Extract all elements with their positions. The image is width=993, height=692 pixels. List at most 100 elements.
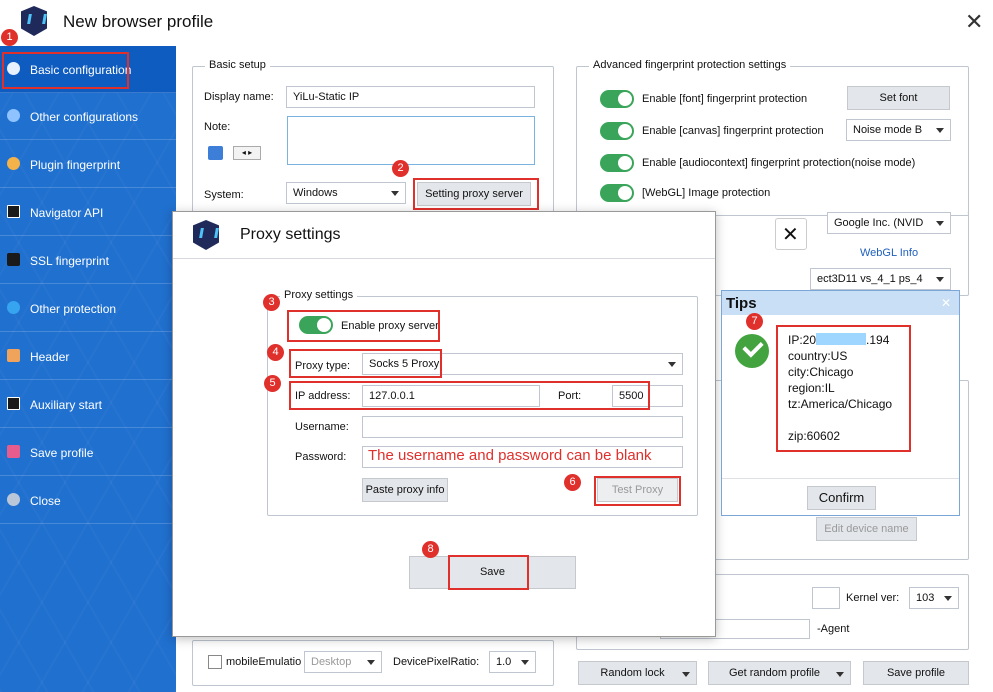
sidebar-item-label: Close: [30, 494, 61, 508]
dialog-close-icon-glyph[interactable]: ✕: [782, 222, 799, 247]
redacted-ip-mask: [816, 333, 867, 345]
sidebar-item-label: SSL fingerprint: [30, 254, 109, 268]
webgl-info-link[interactable]: WebGL Info: [860, 247, 918, 259]
sidebar-item-other-configurations[interactable]: Other configurations: [0, 93, 176, 140]
sidebar-item-label: Other protection: [30, 302, 117, 316]
lock-icon: [7, 253, 20, 266]
highlight-ip-port: [289, 381, 650, 410]
step-badge-7: 7: [746, 313, 763, 330]
group-title: Proxy settings: [280, 289, 358, 301]
window-title: New browser profile: [63, 12, 214, 31]
mobile-emulation-label: mobileEmulatio: [226, 656, 302, 668]
display-name-input[interactable]: YiLu-Static IP: [286, 86, 535, 108]
sidebar-item-label: Auxiliary start: [30, 398, 103, 412]
tips-city: city:Chicago: [788, 365, 854, 379]
sidebar-item-other-protection[interactable]: Other protection: [0, 285, 176, 332]
sidebar-item-save-profile[interactable]: Save profile: [0, 429, 176, 476]
audio-protection-toggle[interactable]: [600, 154, 634, 172]
success-check-icon: [735, 334, 769, 368]
step-badge-1: 1: [1, 29, 18, 46]
highlight-enable-proxy: [287, 310, 440, 342]
sidebar-item-close[interactable]: Close: [0, 477, 176, 524]
step-badge-6: 6: [564, 474, 581, 491]
system-label: System:: [204, 189, 244, 201]
dialog-logo-icon: [193, 220, 219, 250]
cmd-icon: [7, 397, 20, 410]
webgl-renderer-select[interactable]: ect3D11 vs_4_1 ps_4: [810, 268, 951, 290]
kernel-version-label: Kernel ver:: [846, 592, 900, 604]
set-font-button[interactable]: Set font: [847, 86, 950, 110]
group-title: Basic setup: [205, 59, 270, 71]
font-protection-label: Enable [font] fingerprint protection: [642, 93, 808, 105]
highlight-basic-configuration: [2, 52, 129, 89]
display-name-label: Display name:: [204, 91, 274, 103]
highlight-proxy-type: [289, 349, 442, 378]
webgl-protection-label: [WebGL] Image protection: [642, 187, 771, 199]
webgl-protection-toggle[interactable]: [600, 184, 634, 202]
plugin-icon: [7, 157, 20, 170]
step-badge-5: 5: [264, 375, 281, 392]
chrome-icon: [7, 109, 20, 122]
sidebar-item-header[interactable]: Header: [0, 333, 176, 380]
audio-protection-label: Enable [audiocontext] fingerprint protec…: [642, 157, 916, 169]
dialog-title: Proxy settings: [240, 226, 341, 243]
sidebar-item-label: Save profile: [30, 446, 94, 460]
webgl-vendor-select[interactable]: Google Inc. (NVID: [827, 212, 951, 234]
canvas-protection-label: Enable [canvas] fingerprint protection: [642, 125, 824, 137]
username-label: Username:: [295, 421, 349, 433]
edit-device-name-button[interactable]: Edit device name: [816, 517, 917, 541]
highlight-test-proxy: [594, 476, 681, 506]
group-title: Advanced fingerprint protection settings: [589, 59, 791, 71]
highlight-proxy-button: [413, 178, 539, 210]
sidebar-item-label: Header: [30, 350, 70, 364]
step-badge-4: 4: [267, 344, 284, 361]
sidebar-item-auxiliary-start[interactable]: Auxiliary start: [0, 381, 176, 428]
tips-ip-prefix: IP:20: [788, 333, 817, 347]
sidebar-item-label: Other configurations: [30, 110, 139, 124]
note-textarea[interactable]: [287, 116, 535, 165]
kernel-side-input[interactable]: [812, 587, 840, 609]
api-icon: [7, 205, 20, 218]
tips-title: Tips: [726, 295, 757, 312]
blank-credentials-annotation: The username and password can be blank: [368, 447, 652, 464]
scroll-arrows-icon[interactable]: ◂ ▸: [233, 146, 261, 160]
sidebar-item-label: Plugin fingerprint: [30, 158, 121, 172]
dialog-divider: [173, 258, 715, 259]
random-lock-button[interactable]: Random lock: [578, 661, 697, 685]
highlight-save-button: [448, 555, 529, 590]
tips-close-icon[interactable]: ✕: [941, 296, 951, 310]
sidebar-item-label: Navigator API: [30, 206, 104, 220]
sidebar: Basic configuration Other configurations…: [0, 46, 176, 692]
font-protection-toggle[interactable]: [600, 90, 634, 108]
password-label: Password:: [295, 451, 347, 463]
sidebar-item-ssl-fingerprint[interactable]: SSL fingerprint: [0, 237, 176, 284]
title-bar: New browser profile ✕: [0, 0, 993, 46]
username-input[interactable]: [362, 416, 683, 438]
sidebar-item-navigator-api[interactable]: Navigator API: [0, 189, 176, 236]
note-label: Note:: [204, 121, 231, 133]
device-type-select[interactable]: Desktop: [304, 651, 382, 673]
device-pixel-ratio-label: DevicePixelRatio:: [393, 656, 480, 668]
tips-tz: tz:America/Chicago: [788, 397, 893, 411]
tips-divider: [722, 478, 959, 479]
step-badge-8: 8: [422, 541, 439, 558]
window-close-icon[interactable]: ✕: [965, 11, 983, 33]
noise-mode-select[interactable]: Noise mode B: [846, 119, 951, 141]
close-icon: [7, 493, 20, 506]
system-select[interactable]: Windows: [286, 182, 406, 204]
save-profile-button[interactable]: Save profile: [863, 661, 969, 685]
kernel-version-select[interactable]: 103: [909, 587, 959, 609]
confirm-button[interactable]: Confirm: [807, 486, 876, 510]
header-icon: [7, 349, 20, 362]
mobile-emulation-checkbox[interactable]: [208, 655, 222, 669]
canvas-protection-toggle[interactable]: [600, 122, 634, 140]
save-icon: [7, 445, 20, 458]
sidebar-item-plugin-fingerprint[interactable]: Plugin fingerprint: [0, 141, 176, 188]
paste-proxy-info-button[interactable]: Paste proxy info: [362, 478, 448, 502]
get-random-profile-button[interactable]: Get random profile: [708, 661, 851, 685]
device-pixel-ratio-select[interactable]: 1.0: [489, 651, 536, 673]
tips-header: Tips ✕: [722, 291, 959, 315]
tips-ip-line: IP:20 .194: [788, 333, 889, 347]
home-icon[interactable]: [208, 146, 223, 160]
step-badge-2: 2: [392, 160, 409, 177]
